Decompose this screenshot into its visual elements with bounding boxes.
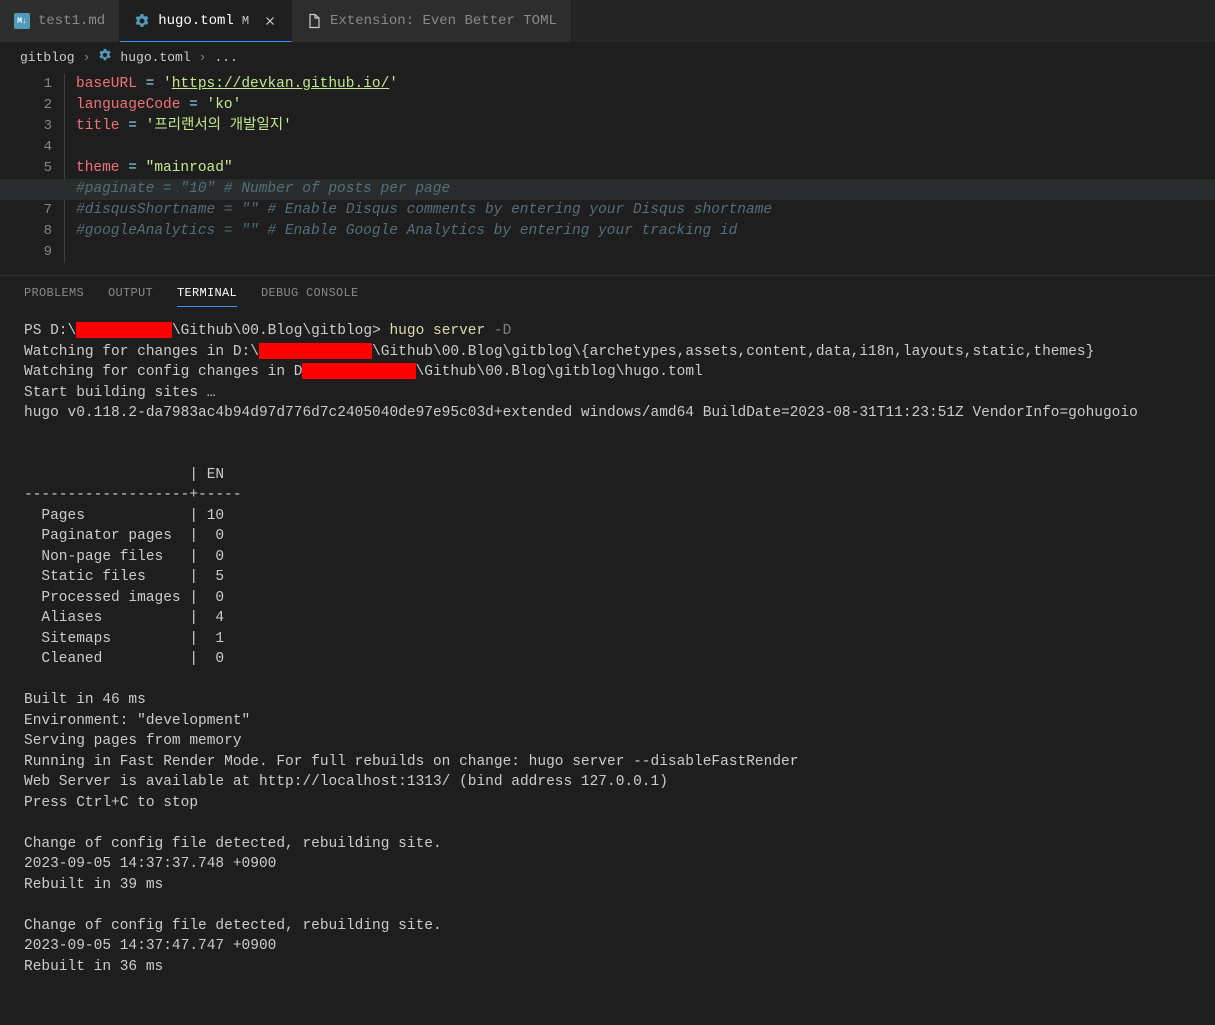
terminal-output[interactable]: PS D:\XXXXXXXXXXX\Github\00.Blog\gitblog… [0,307,1215,991]
line-number: 5 [0,158,52,179]
close-icon[interactable] [263,14,277,28]
tab-extension[interactable]: Extension: Even Better TOML [292,0,572,42]
line-number: 1 [0,74,52,95]
code-line: #disqusShortname = "" # Enable Disqus co… [76,200,1215,221]
tab-output[interactable]: OUTPUT [108,286,153,307]
tab-label: Extension: Even Better TOML [330,13,557,29]
code-editor[interactable]: 1 2 3 4 5 6 7 8 9 baseURL = 'https://dev… [0,72,1215,263]
line-number-gutter: 1 2 3 4 5 6 7 8 9 [0,74,60,263]
markdown-icon: M↓ [14,13,30,29]
tab-bar: M↓ test1.md hugo.toml M Extension: Even … [0,0,1215,42]
code-line: theme = "mainroad" [76,158,1215,179]
redacted: XXXXXXXXXXXXX [259,343,372,359]
line-number: 2 [0,95,52,116]
tab-hugo-toml[interactable]: hugo.toml M [120,0,292,42]
code-line [76,242,1215,263]
tab-test1[interactable]: M↓ test1.md [0,0,120,42]
code-line-active: #paginate = "10" # Number of posts per p… [0,179,1215,200]
breadcrumb-root[interactable]: gitblog [20,50,75,65]
indent-guide [64,74,76,263]
gear-icon [134,13,150,29]
tab-label: hugo.toml [158,13,234,29]
code-line: title = '프리랜서의 개발일지' [76,116,1215,137]
tab-debug-console[interactable]: DEBUG CONSOLE [261,286,359,307]
line-number: 3 [0,116,52,137]
redacted: XXXXXXXXXXXXX [302,363,415,379]
breadcrumb-file[interactable]: hugo.toml [120,50,190,65]
modified-indicator: M [242,14,249,28]
redacted: XXXXXXXXXXX [76,322,172,338]
line-number: 8 [0,221,52,242]
breadcrumb: gitblog › hugo.toml › ... [0,42,1215,72]
chevron-right-icon: › [83,50,91,65]
code-content[interactable]: baseURL = 'https://devkan.github.io/' la… [76,74,1215,263]
code-line: #googleAnalytics = "" # Enable Google An… [76,221,1215,242]
tab-problems[interactable]: PROBLEMS [24,286,84,307]
breadcrumb-tail[interactable]: ... [214,50,237,65]
code-line [76,137,1215,158]
line-number: 9 [0,242,52,263]
line-number: 7 [0,200,52,221]
line-number: 4 [0,137,52,158]
file-icon [306,13,322,29]
code-line: languageCode = 'ko' [76,95,1215,116]
tab-label: test1.md [38,13,105,29]
gear-icon [98,48,112,66]
tab-terminal[interactable]: TERMINAL [177,286,237,307]
panel-tab-bar: PROBLEMS OUTPUT TERMINAL DEBUG CONSOLE [0,275,1215,307]
chevron-right-icon: › [199,50,207,65]
code-line: baseURL = 'https://devkan.github.io/' [76,74,1215,95]
